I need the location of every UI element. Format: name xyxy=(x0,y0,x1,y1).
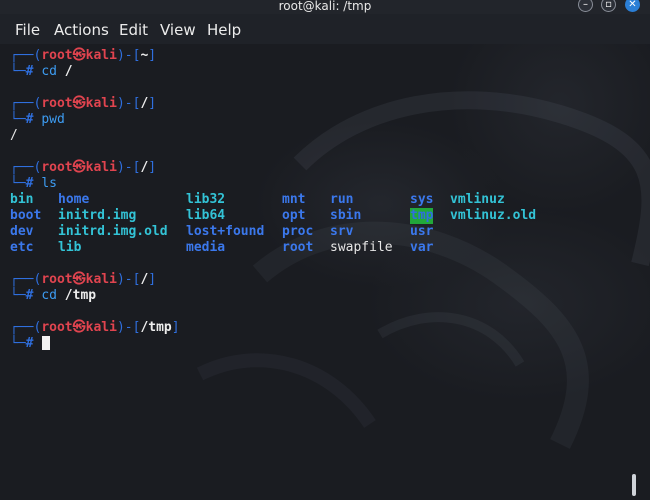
ls-entry: opt xyxy=(282,208,306,223)
ls-entry: root xyxy=(282,240,314,255)
ls-entry: initrd.img xyxy=(58,208,137,223)
prompt-host: kali xyxy=(85,160,117,175)
command: cd xyxy=(41,288,57,303)
ls-entry: proc xyxy=(282,224,314,239)
window-title: root@kali: /tmp xyxy=(278,0,372,13)
ls-entry: vmlinuz.old xyxy=(450,208,537,223)
menu-actions[interactable]: Actions xyxy=(54,21,109,39)
ls-entry: home xyxy=(58,192,90,207)
ls-entry: sys xyxy=(410,192,434,207)
ls-entry: vmlinuz xyxy=(450,192,505,207)
menu-bar: File Actions Edit View Help xyxy=(0,14,650,44)
menu-view[interactable]: View xyxy=(160,21,196,39)
ls-entry: lib64 xyxy=(186,208,226,223)
prompt-user: root xyxy=(41,96,73,111)
text-cursor xyxy=(42,336,50,350)
command-arg: /tmp xyxy=(64,288,97,303)
command: pwd xyxy=(41,112,65,127)
ls-entry: sbin xyxy=(330,208,362,223)
prompt-line: ┌──(root㉿kali)-[/] xyxy=(10,96,157,111)
scrollbar-thumb[interactable] xyxy=(632,474,636,496)
prompt-host: kali xyxy=(85,320,117,335)
command: ls xyxy=(41,176,57,191)
ls-entry: srv xyxy=(330,224,354,239)
command: cd xyxy=(41,64,57,79)
menu-file[interactable]: File xyxy=(15,21,40,39)
ls-entry: swapfile xyxy=(330,240,393,255)
prompt-user: root xyxy=(41,160,73,175)
menu-edit[interactable]: Edit xyxy=(119,21,148,39)
ls-entry: usr xyxy=(410,224,434,239)
ls-entry: var xyxy=(410,240,434,255)
ls-entry: etc xyxy=(10,240,34,255)
command-line: └─# ls xyxy=(10,176,57,191)
maximize-icon: ▫ xyxy=(605,0,612,10)
ls-entry: lib32 xyxy=(186,192,226,207)
prompt-line: ┌──(root㉿kali)-[/tmp] xyxy=(10,320,180,335)
menu-help[interactable]: Help xyxy=(207,21,241,39)
ls-entry: bin xyxy=(10,192,34,207)
active-command-line[interactable]: └─# xyxy=(10,336,41,352)
ls-entry: boot xyxy=(10,208,42,223)
prompt-host: kali xyxy=(85,96,117,111)
ls-entry: media xyxy=(186,240,226,255)
prompt-line: ┌──(root㉿kali)-[/] xyxy=(10,160,157,175)
ls-entry: initrd.img.old xyxy=(58,224,168,239)
minimize-icon: – xyxy=(583,0,588,10)
terminal-area[interactable]: ┌──(root㉿kali)-[~] └─# cd / ┌──(root㉿kal… xyxy=(0,44,650,500)
ls-entry: lib xyxy=(58,240,82,255)
ls-entry-tmp: tmp xyxy=(410,208,434,224)
command-arg: / xyxy=(64,64,73,79)
prompt-line: ┌──(root㉿kali)-[/] xyxy=(10,272,157,287)
command-line: └─# cd / xyxy=(10,64,73,79)
ls-entry: lost+found xyxy=(186,224,265,239)
ls-entry: mnt xyxy=(282,192,306,207)
prompt-path: /tmp xyxy=(140,320,172,335)
prompt-host: kali xyxy=(85,48,117,63)
prompt-user: root xyxy=(41,320,73,335)
prompt-user: root xyxy=(41,272,73,287)
close-icon: ✕ xyxy=(628,0,637,10)
prompt-user: root xyxy=(41,48,73,63)
prompt-host: kali xyxy=(85,272,117,287)
ls-entry: run xyxy=(330,192,354,207)
command-line: └─# pwd xyxy=(10,112,65,127)
prompt-line: ┌──(root㉿kali)-[~] xyxy=(10,48,157,63)
title-bar: root@kali: /tmp – ▫ ✕ xyxy=(0,0,650,14)
command-line: └─# cd /tmp xyxy=(10,288,97,303)
ls-entry: dev xyxy=(10,224,34,239)
command-output: / xyxy=(10,128,18,143)
